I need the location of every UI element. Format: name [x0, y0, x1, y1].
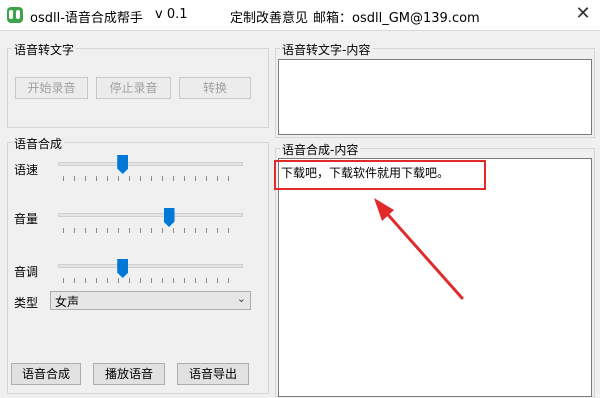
feedback-label: 定制改善意见 — [230, 11, 309, 26]
close-button[interactable]: ✕ — [570, 2, 596, 26]
email-label: 邮箱：osdll_GM@139.com — [313, 11, 480, 26]
export-audio-button[interactable]: 语音导出 — [177, 363, 249, 385]
pitch-slider-ticks — [63, 278, 239, 283]
volume-slider[interactable] — [58, 213, 243, 217]
speech-to-text-content-group-title: 语音转文字-内容 — [280, 41, 373, 58]
pitch-slider[interactable] — [58, 264, 243, 268]
stop-recording-button[interactable]: 停止录音 — [96, 77, 171, 99]
annotation-highlight-box — [274, 160, 486, 190]
volume-label: 音量 — [14, 212, 39, 226]
speed-label: 语速 — [14, 163, 39, 177]
speech-to-text-output[interactable] — [278, 59, 592, 135]
window-title: osdll-语音合成帮手 — [30, 11, 143, 26]
voice-type-value: 女声 — [55, 295, 80, 309]
voice-type-select[interactable]: 女声 ⌄ — [50, 291, 251, 310]
annotation-arrow — [374, 198, 464, 300]
volume-slider-ticks — [63, 228, 239, 233]
title-bar: osdll-语音合成帮手 v 0.1 定制改善意见 邮箱：osdll_GM@13… — [0, 0, 600, 30]
convert-button[interactable]: 转换 — [179, 77, 251, 99]
speed-slider[interactable] — [58, 162, 243, 166]
app-logo-icon — [7, 7, 23, 23]
type-label: 类型 — [14, 296, 39, 310]
speed-slider-ticks — [63, 176, 239, 181]
synthesis-content-group-title: 语音合成-内容 — [280, 141, 361, 158]
pitch-label: 音调 — [14, 265, 39, 279]
synthesize-button[interactable]: 语音合成 — [11, 363, 81, 385]
speech-to-text-group-title: 语音转文字 — [12, 41, 77, 58]
version-label: v 0.1 — [155, 7, 188, 22]
start-recording-button[interactable]: 开始录音 — [15, 77, 88, 99]
synthesis-group-title: 语音合成 — [12, 135, 65, 152]
play-audio-button[interactable]: 播放语音 — [93, 363, 165, 385]
chevron-down-icon: ⌄ — [236, 292, 246, 305]
